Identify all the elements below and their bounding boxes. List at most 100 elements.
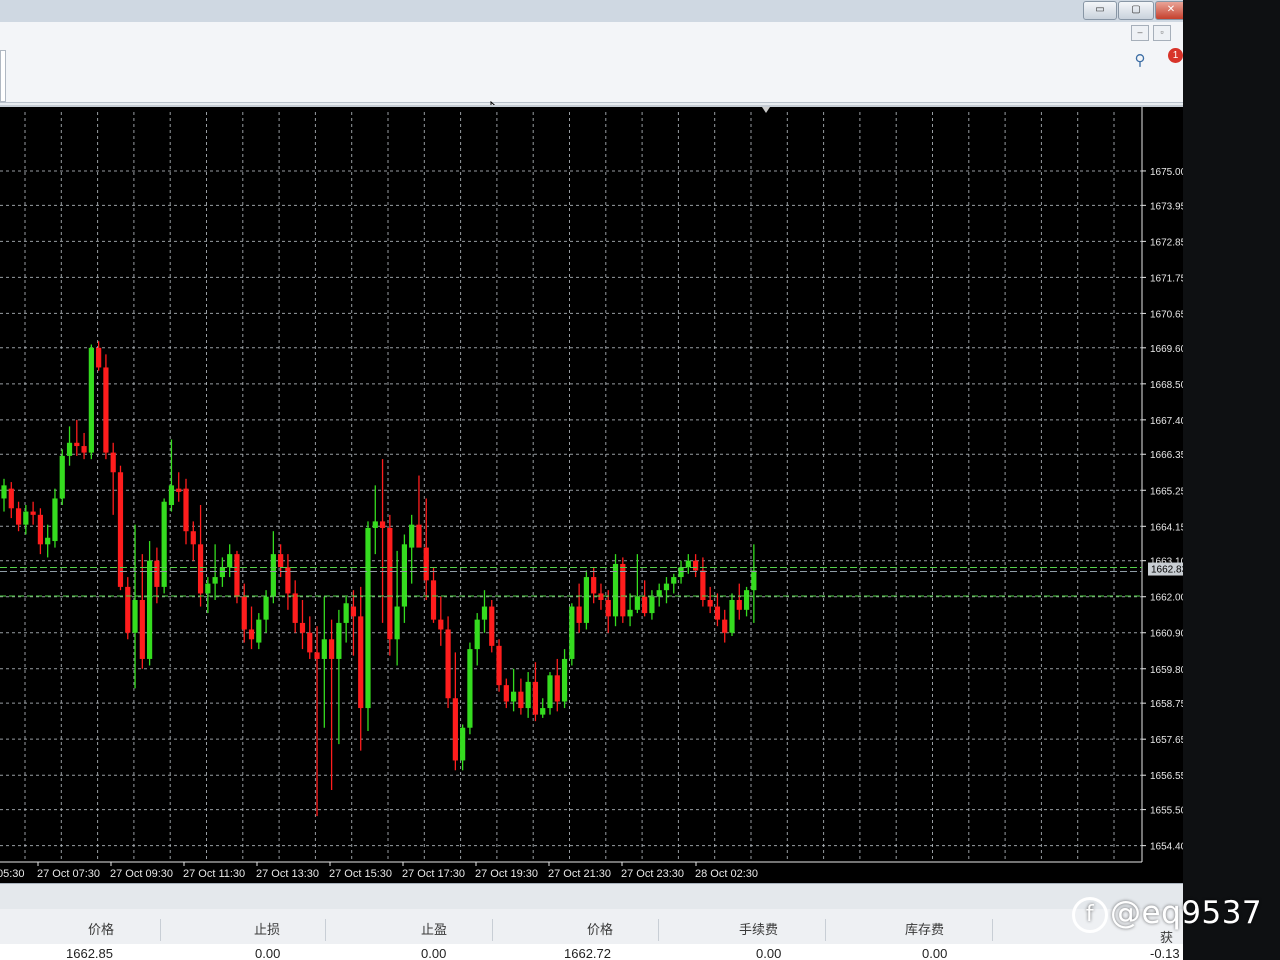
candle-body	[234, 554, 240, 597]
candle-body	[350, 606, 357, 617]
chart-restore-button[interactable]: ▫	[1153, 25, 1171, 41]
watermark-text: @eq9537	[1110, 895, 1263, 931]
candle-body	[321, 639, 327, 659]
candle-body	[139, 599, 145, 659]
candle-body	[489, 606, 495, 646]
candle-body	[329, 639, 335, 659]
y-tick-label: 1666.35	[1150, 450, 1183, 461]
minimize-button[interactable]: ▭	[1083, 1, 1117, 20]
trading-terminal-window: ▭ ▢ ✕ – ▫ ⚲ 1 1675.00 1673.95 1672.85 1671.…	[0, 0, 1183, 960]
candle-body	[81, 446, 87, 453]
y-tick-label: 1672.85	[1150, 237, 1183, 248]
cell-profit: -0.13	[1150, 946, 1180, 960]
candle-body	[496, 645, 502, 686]
candle-body	[205, 583, 211, 594]
price-chart[interactable]: 1675.00 1673.95 1672.85 1671.75 1670.65 1669.…	[0, 105, 1183, 885]
candle-body	[292, 593, 298, 623]
candle-body	[103, 367, 109, 453]
table-row[interactable]: 1662.85 0.00 0.00 1662.72 0.00 0.00 -0.1…	[0, 944, 1183, 960]
search-icon[interactable]: ⚲	[1131, 52, 1149, 70]
candle-body	[540, 708, 546, 715]
notification-badge[interactable]: 1	[1168, 48, 1183, 63]
x-tick-label: 27 Oct 23:30	[621, 868, 684, 880]
candle-body	[438, 619, 444, 630]
y-tick-label: 1664.15	[1150, 522, 1183, 533]
candle-body	[59, 455, 65, 499]
y-tick-label: 1673.95	[1150, 201, 1183, 212]
column-header-commission[interactable]: 手续费	[739, 919, 778, 938]
column-header-stop-loss[interactable]: 止损	[254, 919, 280, 938]
x-tick-label: 27 Oct 15:30	[329, 868, 392, 880]
y-tick-label: 1675.00	[1150, 167, 1183, 178]
candle-body	[627, 609, 633, 617]
candle-body	[685, 560, 691, 568]
column-header-price[interactable]: 价格	[88, 919, 114, 938]
candle-body	[598, 593, 604, 600]
toolbar: – ▫ ⚲ 1	[0, 22, 1183, 121]
cell-current-price: 1662.72	[564, 946, 611, 960]
candle-body	[525, 681, 531, 709]
candle-body	[605, 599, 611, 617]
candle-body	[183, 488, 189, 532]
candle-body	[365, 527, 371, 709]
trade-terminal-panel: 价格 止损 止盈 价格 手续费 库存费 获利 1662.85 0.00 0.00…	[0, 883, 1183, 960]
candle-body	[481, 606, 488, 620]
y-tick-label: 1669.60	[1150, 344, 1183, 355]
y-tick-label: 1654.40	[1150, 842, 1183, 853]
chart-minimize-button[interactable]: –	[1131, 25, 1149, 41]
candle-body	[8, 488, 14, 509]
cell-stop-loss: 0.00	[255, 946, 281, 960]
candle-body	[219, 567, 225, 578]
column-divider	[825, 919, 826, 941]
maximize-button[interactable]: ▢	[1118, 1, 1154, 20]
candle-body	[176, 488, 182, 492]
candle-body	[561, 658, 568, 702]
terminal-header-row: 价格 止损 止盈 价格 手续费 库存费 获利	[0, 919, 1183, 960]
candlestick-chart[interactable]: 1675.00 1673.95 1672.85 1671.75 1670.65 1669.…	[0, 107, 1183, 885]
candle-body	[518, 691, 524, 709]
candle-body	[147, 560, 153, 659]
candle-body	[678, 567, 684, 578]
candle-body	[394, 606, 400, 640]
column-header-swap[interactable]: 库存费	[905, 919, 944, 938]
x-tick-label: 27 Oct 09:30	[110, 868, 173, 880]
candle-body	[583, 577, 589, 623]
candle-body	[663, 583, 670, 591]
candle-body	[336, 622, 342, 659]
candle-body	[372, 521, 378, 528]
column-header-take-profit[interactable]: 止盈	[421, 919, 447, 938]
y-tick-label: 1665.25	[1150, 486, 1183, 497]
x-tick-label: 27 Oct 21:30	[548, 868, 611, 880]
x-tick-label: 27 Oct 07:30	[37, 868, 100, 880]
candle-body	[467, 649, 473, 728]
candle-body	[714, 606, 721, 620]
y-tick-label: 1660.90	[1150, 629, 1183, 640]
candle-body	[190, 531, 196, 545]
candle-body	[270, 554, 276, 597]
candle-body	[314, 652, 320, 659]
column-header-current-price[interactable]: 价格	[587, 919, 613, 938]
x-tick-label: 28 Oct 02:30	[695, 868, 758, 880]
toolbar-input[interactable]	[0, 50, 6, 102]
candle-body	[110, 452, 116, 473]
candle-body	[707, 599, 713, 607]
candle-body	[132, 599, 138, 633]
candle-body	[423, 547, 429, 581]
candle-body	[569, 606, 575, 659]
terminal-toolbar	[0, 884, 1183, 909]
cell-open-price: 1662.85	[66, 946, 113, 960]
candle-body	[23, 511, 29, 525]
x-tick-label: 05:30	[0, 868, 25, 880]
candle-body	[1, 485, 7, 499]
y-tick-label: 1668.50	[1150, 380, 1183, 391]
candle-body	[343, 603, 349, 623]
candle-body	[547, 675, 553, 709]
candle-body	[263, 596, 269, 620]
candle-body	[736, 599, 742, 610]
candle-body	[416, 524, 422, 548]
close-button[interactable]: ✕	[1155, 1, 1183, 20]
candle-body	[117, 472, 124, 587]
watermark-logo-icon: f	[1072, 897, 1108, 933]
candle-body	[125, 586, 131, 633]
candle-body	[88, 347, 94, 453]
